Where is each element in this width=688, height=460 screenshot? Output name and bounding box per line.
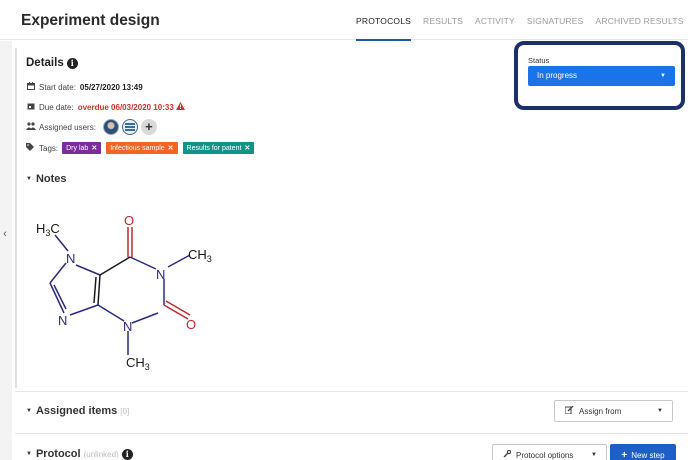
tab-bar: PROTOCOLS RESULTS ACTIVITY SIGNATURES AR… [350, 0, 688, 41]
user-avatar[interactable] [121, 119, 138, 135]
tab-archived-results[interactable]: ARCHIVED RESULTS [590, 0, 688, 40]
tags-label: Tags: [39, 143, 59, 153]
start-date-label: Start date: [39, 82, 76, 92]
due-date-label: Due date: [39, 102, 74, 112]
status-dropdown[interactable]: In progress ▼ [528, 66, 675, 86]
atom-label: O [186, 317, 196, 332]
collapse-sidebar-icon[interactable]: ‹ [0, 226, 10, 242]
start-date-row: Start date: 05/27/2020 13:49 [26, 82, 143, 92]
atom-label: CH3 [188, 247, 212, 264]
chevron-down-icon: ▼ [591, 452, 597, 458]
remove-tag-icon[interactable]: ✕ [244, 144, 250, 152]
tag-infectious-sample[interactable]: Infectious sample ✕ [106, 142, 178, 154]
tab-signatures[interactable]: SIGNATURES [521, 0, 590, 40]
notes-title: Notes [35, 173, 67, 185]
tags-icon [26, 143, 36, 153]
tag-results-for-patent[interactable]: Results for patent ✕ [182, 142, 255, 154]
remove-tag-icon[interactable]: ✕ [91, 144, 97, 152]
assigned-users-label: Assigned users: [39, 122, 96, 132]
details-heading: Details i [26, 57, 78, 69]
atom-label: O [124, 213, 134, 228]
atom-label: N [66, 251, 75, 266]
remove-tag-icon[interactable]: ✕ [168, 144, 174, 152]
collapse-caret-icon: ▼ [26, 176, 32, 182]
add-user-button[interactable]: + [140, 119, 157, 135]
plus-icon: + [621, 449, 628, 460]
protocol-link-status: (unlinked) [83, 449, 119, 459]
section-divider [15, 433, 688, 434]
calendar-due-icon [26, 102, 36, 112]
users-icon [26, 122, 36, 132]
page-title: Experiment design [21, 12, 160, 29]
atom-label: N [156, 267, 165, 282]
tab-results[interactable]: RESULTS [417, 0, 469, 40]
section-divider [15, 391, 688, 392]
info-icon[interactable]: i [121, 448, 133, 460]
protocol-options-label: Protocol options [516, 450, 574, 460]
info-icon[interactable]: i [66, 57, 78, 69]
new-step-label: New step [631, 450, 665, 460]
atom-label: H3C [36, 221, 60, 238]
calendar-icon [26, 82, 36, 92]
collapse-caret-icon: ▼ [26, 408, 32, 414]
assigned-items-count: [0] [120, 406, 130, 416]
details-title: Details [26, 57, 64, 69]
tag-label: Infectious sample [110, 144, 165, 152]
tag-dry-lab[interactable]: Dry lab ✕ [62, 142, 102, 154]
tab-activity[interactable]: ACTIVITY [469, 0, 521, 40]
assign-from-button[interactable]: Assign from ▼ [554, 400, 673, 422]
protocol-options-button[interactable]: Protocol options ▼ [492, 444, 607, 460]
assign-from-label: Assign from [579, 406, 622, 416]
chevron-down-icon: ▼ [657, 408, 663, 414]
due-date-row: Due date: overdue 06/03/2020 10:33 [26, 102, 185, 112]
assigned-items-heading[interactable]: ▼ Assigned items [0] [26, 405, 129, 417]
left-rail [0, 41, 12, 460]
assigned-items-title: Assigned items [35, 405, 118, 417]
section-guide-line [15, 48, 17, 388]
status-label: Status [528, 56, 550, 65]
collapse-caret-icon: ▼ [26, 451, 32, 457]
start-date-value: 05/27/2020 13:49 [79, 82, 143, 92]
assigned-users-row: Assigned users: + [26, 119, 157, 135]
tags-row: Tags: Dry lab ✕ Infectious sample ✕ Resu… [26, 142, 259, 154]
tag-label: Dry lab [66, 144, 89, 152]
due-date-value[interactable]: overdue 06/03/2020 10:33 [78, 103, 174, 112]
tab-protocols[interactable]: PROTOCOLS [350, 0, 417, 41]
atom-label: N [123, 319, 132, 334]
protocol-heading[interactable]: ▼ Protocol (unlinked) i [26, 448, 133, 460]
new-step-button[interactable]: + New step [610, 444, 676, 460]
page-header: Experiment design PROTOCOLS RESULTS ACTI… [0, 0, 688, 41]
wrench-icon [503, 449, 512, 460]
chevron-down-icon: ▼ [660, 73, 666, 79]
status-value: In progress [537, 71, 578, 80]
atom-label: CH3 [126, 355, 150, 372]
warning-icon [175, 102, 185, 112]
user-avatar[interactable] [102, 119, 119, 135]
assign-icon [564, 405, 574, 416]
protocol-title: Protocol [35, 448, 81, 460]
caffeine-structure-image: H3C N N N N O O CH3 CH3 [36, 213, 212, 372]
atom-label: N [58, 313, 67, 328]
notes-heading[interactable]: ▼ Notes [26, 173, 67, 185]
tag-label: Results for patent [186, 144, 242, 152]
